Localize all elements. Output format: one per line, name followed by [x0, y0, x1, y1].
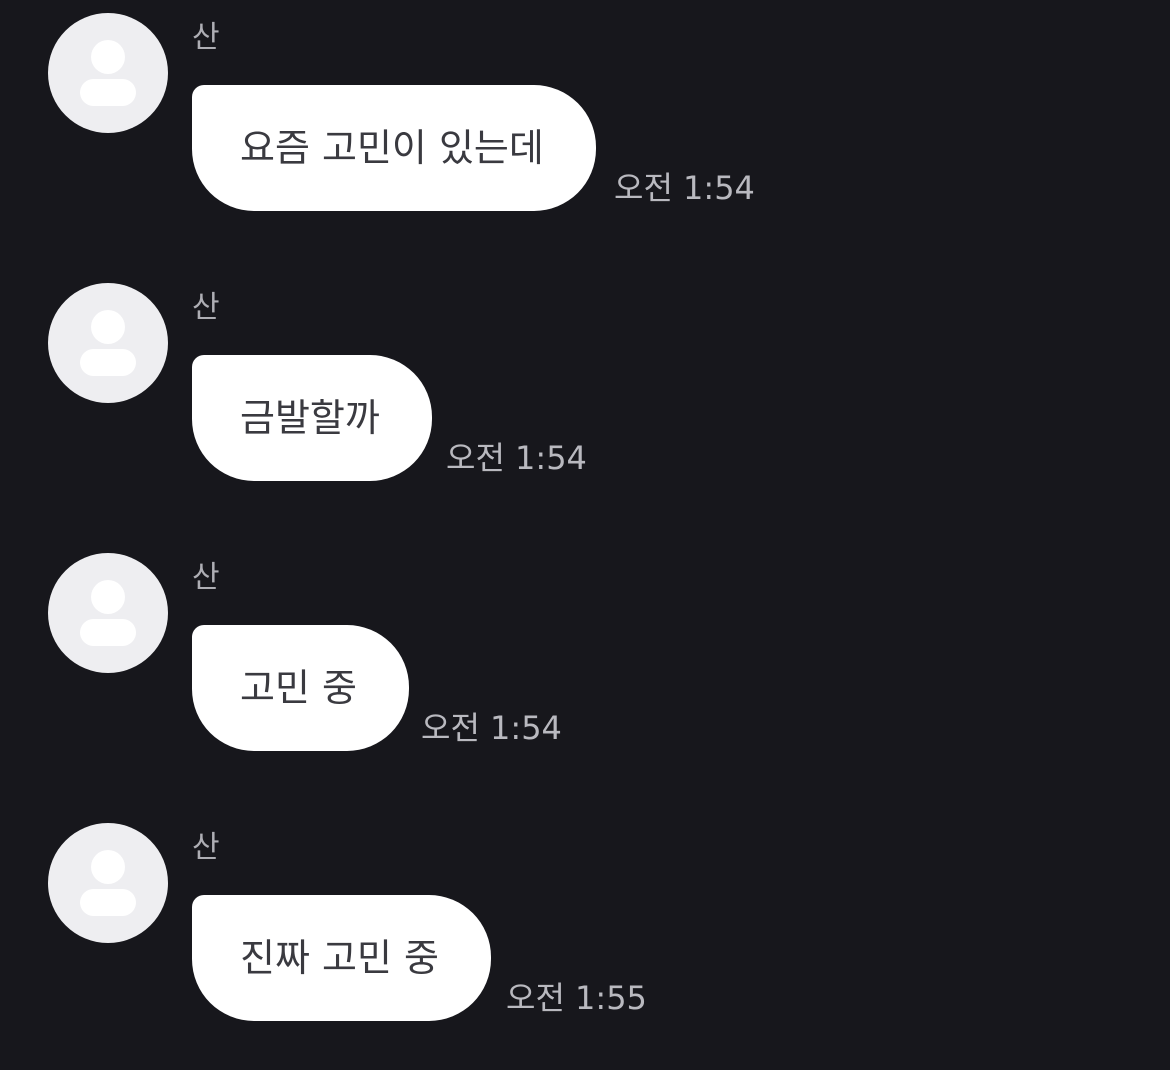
avatar-body-shape	[80, 619, 136, 646]
avatar-head-shape	[91, 40, 125, 74]
message-row: 산 고민 중 오전 1:54	[0, 540, 1170, 800]
message-time: 오전 1:54	[446, 439, 587, 477]
message-bubble[interactable]: 금발할까	[192, 355, 432, 481]
avatar-head-shape	[91, 850, 125, 884]
sender-name: 산	[192, 20, 220, 55]
chat-message-list: 산 요즘 고민이 있는데 오전 1:54 산 금발할까 오전 1:54 산 고민…	[0, 0, 1170, 1037]
avatar-icon[interactable]	[48, 13, 168, 133]
avatar-head-shape	[91, 580, 125, 614]
sender-name: 산	[192, 290, 220, 325]
message-time: 오전 1:54	[421, 709, 562, 747]
avatar-icon[interactable]	[48, 553, 168, 673]
avatar-body-shape	[80, 79, 136, 106]
message-bubble[interactable]: 진짜 고민 중	[192, 895, 491, 1021]
message-bubble[interactable]: 고민 중	[192, 625, 409, 751]
avatar-icon[interactable]	[48, 823, 168, 943]
message-time: 오전 1:55	[506, 979, 647, 1017]
message-row: 산 요즘 고민이 있는데 오전 1:54	[0, 0, 1170, 260]
message-bubble[interactable]: 요즘 고민이 있는데	[192, 85, 596, 211]
message-row: 산 금발할까 오전 1:54	[0, 270, 1170, 530]
avatar-icon[interactable]	[48, 283, 168, 403]
avatar-body-shape	[80, 889, 136, 916]
message-row: 산 진짜 고민 중 오전 1:55	[0, 810, 1170, 1070]
avatar-head-shape	[91, 310, 125, 344]
sender-name: 산	[192, 830, 220, 865]
message-time: 오전 1:54	[614, 169, 755, 207]
avatar-body-shape	[80, 349, 136, 376]
sender-name: 산	[192, 560, 220, 595]
